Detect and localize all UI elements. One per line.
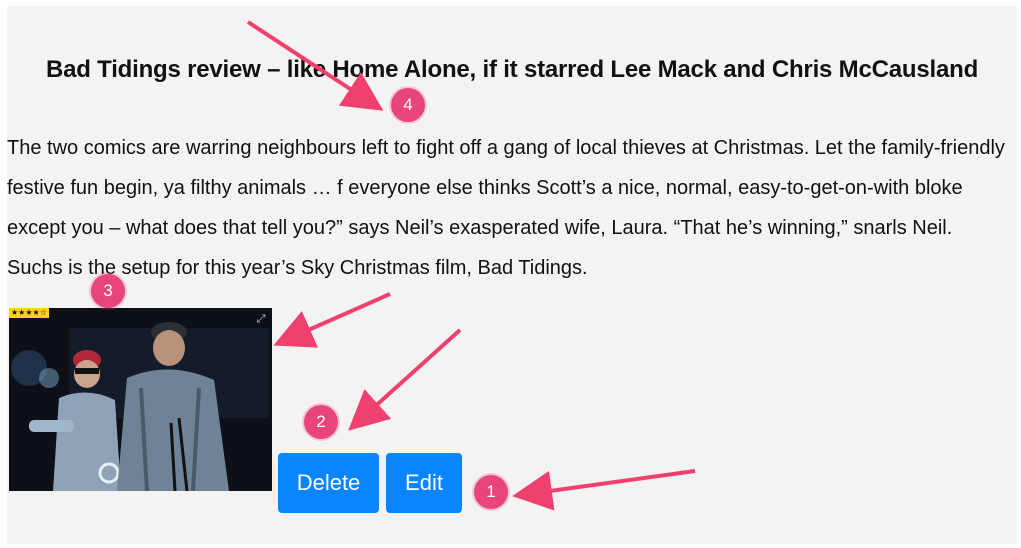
edit-button[interactable]: Edit	[386, 453, 462, 513]
film-still-illustration	[9, 308, 272, 491]
annotation-marker-1: 1	[474, 475, 508, 509]
article-image[interactable]: ★★★★☆ ⤢	[9, 308, 272, 491]
annotation-marker-4: 4	[391, 88, 425, 122]
article-card: Bad Tidings review – like Home Alone, if…	[7, 6, 1017, 544]
delete-button[interactable]: Delete	[278, 453, 379, 513]
annotation-marker-3: 3	[91, 274, 125, 308]
article-body: The two comics are warring neighbours le…	[7, 137, 1005, 279]
annotation-marker-2: 2	[304, 405, 338, 439]
rating-stars: ★★★★☆	[9, 308, 49, 318]
article-title: Bad Tidings review – like Home Alone, if…	[45, 56, 979, 83]
expand-icon[interactable]: ⤢	[254, 312, 268, 326]
